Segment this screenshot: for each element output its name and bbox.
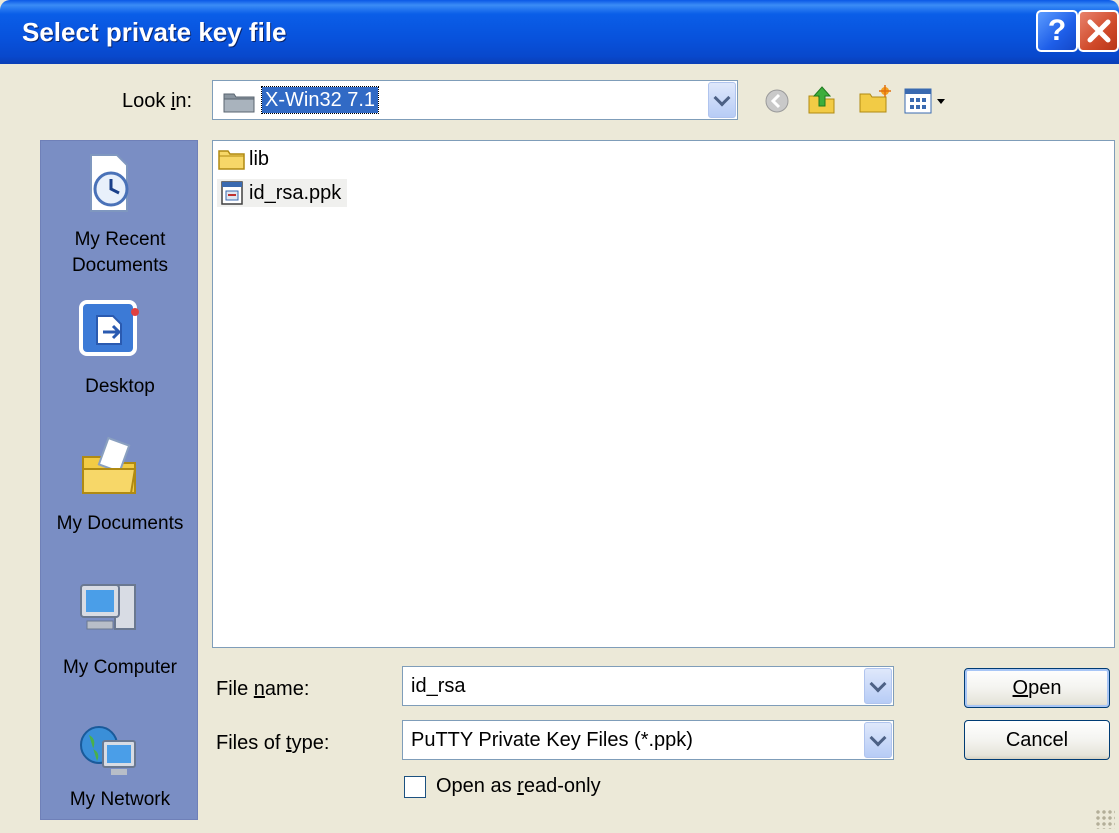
dialog-title: Select private key file bbox=[22, 17, 287, 47]
file-name-label: File name: bbox=[216, 678, 310, 700]
close-button[interactable] bbox=[1078, 10, 1119, 52]
desktop-icon bbox=[79, 300, 139, 356]
cancel-button[interactable]: Cancel bbox=[964, 720, 1110, 760]
my-documents-icon bbox=[82, 436, 137, 494]
look-in-dropdown-button[interactable] bbox=[708, 82, 736, 118]
read-only-label[interactable]: Open as read-only bbox=[436, 775, 601, 798]
chevron-down-icon bbox=[713, 89, 731, 106]
recent-documents-icon bbox=[90, 154, 129, 212]
resize-grip[interactable] bbox=[1095, 809, 1115, 829]
folder-icon bbox=[218, 150, 245, 170]
places-item-label: My Documents bbox=[56, 513, 184, 534]
look-in-combo[interactable]: X-Win32 7.1 bbox=[212, 80, 738, 120]
file-type-label: Files of type: bbox=[216, 732, 330, 754]
help-button[interactable]: ? bbox=[1036, 10, 1078, 52]
up-folder-icon[interactable] bbox=[806, 84, 838, 116]
open-file-dialog: Select private key file ? Look in: X-Win… bbox=[0, 0, 1119, 833]
look-in-value: X-Win32 7.1 bbox=[260, 86, 380, 114]
places-item-label: My Computer bbox=[62, 657, 178, 678]
list-item[interactable]: id_rsa.ppk bbox=[217, 179, 348, 207]
places-item-recent-documents[interactable]: My Recent Documents bbox=[41, 151, 199, 281]
file-list[interactable]: lib id_rsa.ppk bbox=[212, 140, 1115, 648]
help-icon: ? bbox=[1047, 14, 1067, 47]
read-only-checkbox[interactable] bbox=[404, 776, 426, 798]
places-item-desktop[interactable]: Desktop bbox=[41, 296, 199, 406]
file-type-dropdown-button[interactable] bbox=[864, 722, 892, 758]
my-network-icon bbox=[80, 726, 136, 775]
places-item-label: Desktop bbox=[85, 376, 155, 397]
file-name-input[interactable]: id_rsa bbox=[411, 675, 465, 698]
my-computer-icon bbox=[80, 584, 136, 630]
file-type-value: PuTTY Private Key Files (*.ppk) bbox=[411, 729, 693, 751]
back-icon[interactable] bbox=[764, 88, 790, 114]
file-name-dropdown-button[interactable] bbox=[864, 668, 892, 704]
places-bar: My Recent Documents Desktop My Documents bbox=[40, 140, 198, 820]
view-menu-icon[interactable] bbox=[904, 88, 952, 114]
look-in-label: Look in: bbox=[122, 90, 193, 112]
file-name: id_rsa.ppk bbox=[249, 181, 342, 204]
places-item-my-network[interactable]: My Network bbox=[41, 719, 199, 819]
close-icon bbox=[1087, 19, 1110, 43]
folder-icon bbox=[223, 93, 255, 113]
open-button[interactable]: Open bbox=[964, 668, 1110, 708]
file-name: lib bbox=[249, 147, 270, 170]
places-item-label: My Network bbox=[69, 789, 171, 810]
file-name-combo[interactable]: id_rsa bbox=[402, 666, 894, 706]
chevron-down-icon bbox=[869, 675, 887, 692]
ppk-file-icon bbox=[221, 181, 243, 205]
list-item[interactable]: lib bbox=[217, 145, 275, 173]
chevron-down-icon bbox=[869, 729, 887, 746]
file-type-select[interactable]: PuTTY Private Key Files (*.ppk) bbox=[402, 720, 894, 760]
new-folder-icon[interactable] bbox=[858, 84, 892, 116]
places-item-label: My Recent Documents bbox=[71, 229, 169, 276]
places-item-my-computer[interactable]: My Computer bbox=[41, 577, 199, 687]
title-bar[interactable]: Select private key file ? bbox=[0, 0, 1119, 64]
places-item-my-documents[interactable]: My Documents bbox=[41, 435, 199, 545]
